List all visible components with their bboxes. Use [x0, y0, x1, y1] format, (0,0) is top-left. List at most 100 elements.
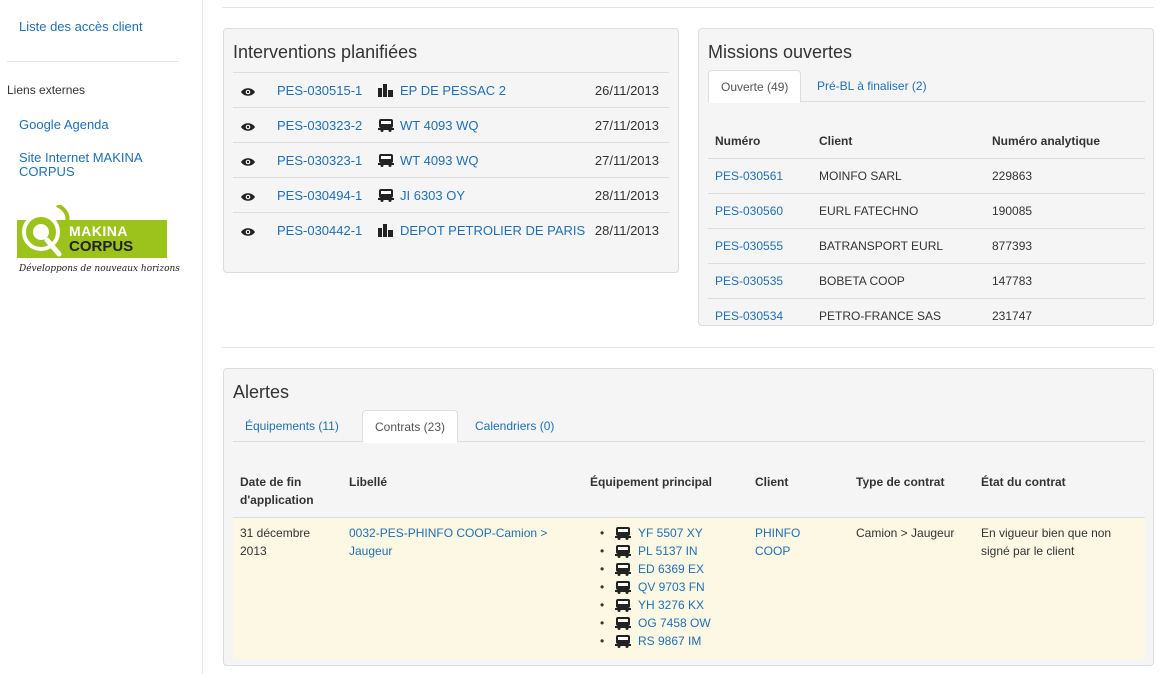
interventions-panel: Interventions planifiées PES-030515-1 EP …: [223, 28, 679, 273]
intervention-ref-link[interactable]: PES-030323-1: [277, 153, 362, 168]
mission-row: PES-030555 BATRANSPORT EURL 877393: [708, 228, 1145, 263]
intervention-ref-link[interactable]: PES-030442-1: [277, 223, 362, 238]
makina-site-link[interactable]: Site Internet MAKINA CORPUS: [19, 151, 169, 179]
intervention-row: PES-030515-1 EP DE PESSAC 2 26/11/2013: [233, 72, 669, 107]
eye-icon[interactable]: [241, 155, 255, 170]
bullet: •: [600, 580, 605, 594]
alert-libelle-line2: Jaugeur: [349, 544, 393, 558]
alert-client-link[interactable]: PHINFO COOP: [755, 524, 800, 560]
intervention-site-link[interactable]: WT 4093 WQ: [400, 118, 479, 133]
equipment-link[interactable]: YH 3276 KX: [638, 598, 704, 612]
intervention-ref-link[interactable]: PES-030515-1: [277, 83, 362, 98]
tab-contrats[interactable]: Contrats (23): [362, 410, 459, 443]
alert-type: Camion > Jaugeur: [856, 526, 955, 540]
external-links-header: Liens externes: [7, 83, 86, 97]
bullet: •: [600, 544, 605, 558]
sidebar-divider: [7, 61, 179, 62]
intervention-row: PES-030323-2 WT 4093 WQ 27/11/2013: [233, 107, 669, 142]
intervention-row: PES-030494-1 JI 6303 OY 28/11/2013: [233, 177, 669, 212]
tab-pre-bl[interactable]: Pré-BL à finaliser (2): [805, 70, 939, 103]
equipment-item: • PL 5137 IN: [600, 542, 711, 560]
equipment-list: • YF 5507 XY • PL 5137 IN • ED 6369 EX • QV 970…: [600, 524, 711, 650]
intervention-date: 28/11/2013: [594, 188, 659, 203]
sidebar: Liste des accès client Liens externes Go…: [0, 0, 203, 674]
logo-line1: MAKINA: [69, 223, 128, 239]
tab-equipements[interactable]: Équipements (11): [233, 410, 351, 443]
eye-icon[interactable]: [241, 190, 255, 205]
alerts-title: Alertes: [233, 382, 290, 402]
eye-icon[interactable]: [241, 225, 255, 240]
alert-date-line2: 2013: [240, 544, 267, 558]
intervention-ref-link[interactable]: PES-030323-2: [277, 118, 362, 133]
alert-etat-line2: signé par le client: [981, 544, 1075, 558]
top-divider: [222, 7, 1154, 8]
missions-title: Missions ouvertes: [708, 42, 853, 62]
alerts-col-libelle[interactable]: Libellé: [349, 473, 387, 491]
mission-row: PES-030535 BOBETA COOP 147783: [708, 263, 1145, 298]
alerts-tabs: Équipements (11) Contrats (23) Calendrie…: [233, 410, 1145, 443]
alert-client-line2: COOP: [755, 544, 791, 558]
mission-numero-link[interactable]: PES-030561: [715, 169, 783, 183]
alerts-col-type[interactable]: Type de contrat: [856, 473, 944, 491]
intervention-site-link[interactable]: WT 4093 WQ: [400, 153, 479, 168]
equipment-item: • YH 3276 KX: [600, 596, 711, 614]
mission-numero-link[interactable]: PES-030534: [715, 309, 783, 323]
eye-icon[interactable]: [241, 85, 255, 100]
intervention-site-link[interactable]: EP DE PESSAC 2: [400, 83, 506, 98]
equipment-item: • OG 7458 OW: [600, 614, 711, 632]
eye-icon[interactable]: [241, 120, 255, 135]
alerts-col-etat[interactable]: État du contrat: [981, 473, 1066, 491]
middle-divider: [222, 347, 1154, 348]
mission-row: PES-030560 EURL FATECHNO 190085: [708, 193, 1145, 228]
makina-corpus-logo[interactable]: MAKINA CORPUS Développons de nouveaux ho…: [17, 203, 180, 283]
alert-libelle-line1: 0032-PES-PHINFO COOP-Camion >: [349, 526, 548, 540]
mission-client: MOINFO SARL: [819, 169, 902, 183]
alerts-col-date[interactable]: Date de fin d'application: [240, 473, 314, 509]
equipment-link[interactable]: ED 6369 EX: [638, 562, 704, 576]
mission-analytique: 231747: [992, 309, 1033, 323]
alerts-col-equipement[interactable]: Équipement principal: [590, 473, 712, 491]
tab-ouverte[interactable]: Ouverte (49): [708, 70, 802, 103]
equipment-link[interactable]: QV 9703 FN: [638, 580, 705, 594]
intervention-site-link[interactable]: DEPOT PETROLIER DE PARIS: [400, 223, 585, 238]
intervention-row: PES-030323-1 WT 4093 WQ 27/11/2013: [233, 142, 669, 177]
intervention-row: PES-030442-1 DEPOT PETROLIER DE PARIS 28/1…: [233, 212, 669, 247]
equipment-item: • RS 9867 IM: [600, 632, 711, 650]
equipment-link[interactable]: OG 7458 OW: [638, 616, 711, 630]
intervention-date: 26/11/2013: [594, 83, 659, 98]
alert-libelle-link[interactable]: 0032-PES-PHINFO COOP-Camion > Jaugeur: [349, 524, 547, 560]
mission-analytique: 877393: [992, 239, 1033, 253]
tab-calendriers[interactable]: Calendriers (0): [463, 410, 566, 443]
equipment-link[interactable]: RS 9867 IM: [638, 634, 701, 648]
alerts-col-date-line2: d'application: [240, 493, 314, 507]
alert-date: 31 décembre 2013: [240, 524, 310, 560]
client-access-list-link[interactable]: Liste des accès client: [19, 20, 169, 34]
missions-col-analytique[interactable]: Numéro analytique: [992, 134, 1100, 148]
equipment-item: • ED 6369 EX: [600, 560, 711, 578]
truck-icon: [378, 189, 394, 205]
mission-analytique: 190085: [992, 204, 1033, 218]
building-icon: [378, 84, 393, 100]
truck-icon: [615, 635, 631, 653]
alert-row: 31 décembre 2013 0032-PES-PHINFO COOP-Ca…: [233, 517, 1145, 659]
mission-numero-link[interactable]: PES-030560: [715, 204, 783, 218]
intervention-date: 28/11/2013: [594, 223, 659, 238]
mission-client: PETRO-FRANCE SAS: [819, 309, 942, 323]
intervention-ref-link[interactable]: PES-030494-1: [277, 188, 362, 203]
equipment-item: • QV 9703 FN: [600, 578, 711, 596]
equipment-link[interactable]: PL 5137 IN: [638, 544, 698, 558]
intervention-date: 27/11/2013: [594, 153, 659, 168]
missions-col-numero[interactable]: Numéro: [715, 134, 760, 148]
intervention-date: 27/11/2013: [594, 118, 659, 133]
mission-numero-link[interactable]: PES-030535: [715, 274, 783, 288]
mission-analytique: 147783: [992, 274, 1033, 288]
mission-numero-link[interactable]: PES-030555: [715, 239, 783, 253]
alerts-col-client[interactable]: Client: [755, 473, 788, 491]
google-agenda-link[interactable]: Google Agenda: [19, 118, 169, 132]
alert-etat-line1: En vigueur bien que non: [981, 526, 1112, 540]
equipment-link[interactable]: YF 5507 XY: [638, 526, 703, 540]
mission-analytique: 229863: [992, 169, 1033, 183]
missions-col-client[interactable]: Client: [819, 134, 852, 148]
alert-client-line1: PHINFO: [755, 526, 801, 540]
intervention-site-link[interactable]: JI 6303 OY: [400, 188, 465, 203]
